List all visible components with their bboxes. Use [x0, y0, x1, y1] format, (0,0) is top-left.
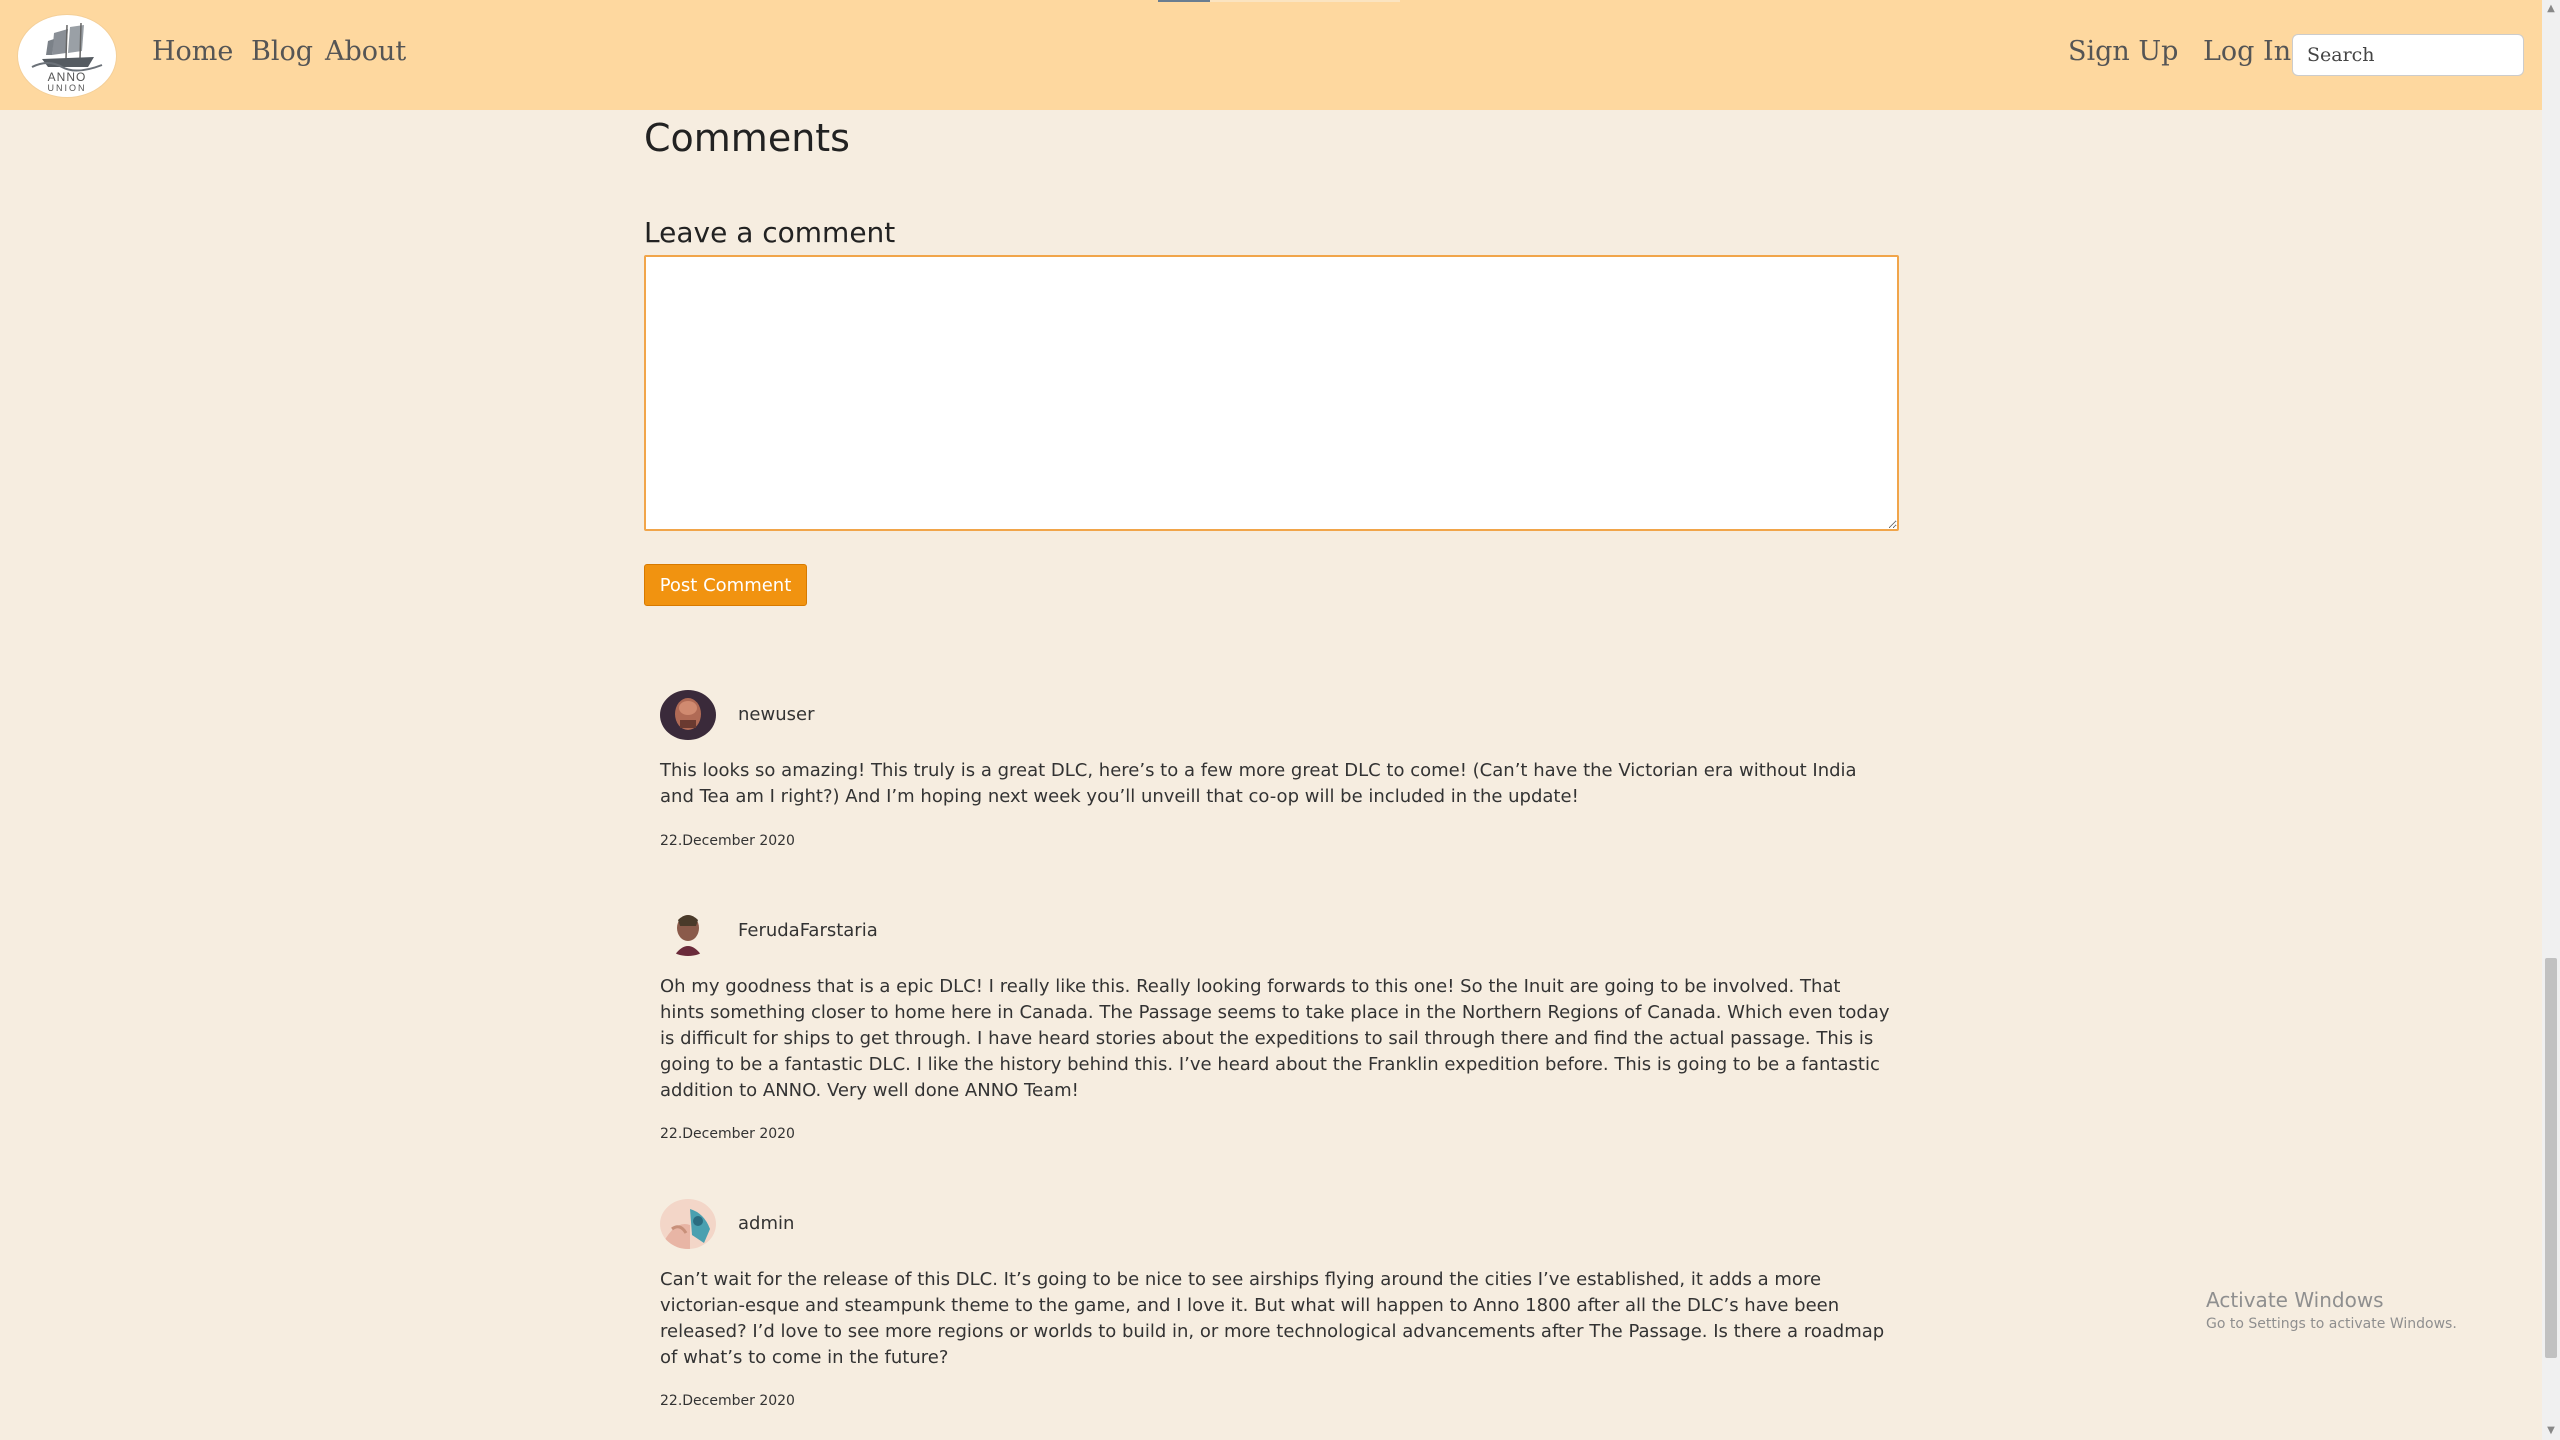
- user-avatar-icon: [660, 906, 716, 956]
- scroll-down-arrow-icon[interactable]: ▼: [2542, 1422, 2560, 1440]
- logo-text-union: UNION: [47, 83, 87, 93]
- scrollbar-thumb[interactable]: [2545, 958, 2557, 1358]
- post-comment-button[interactable]: Post Comment: [644, 564, 807, 606]
- leave-comment-heading: Leave a comment: [644, 216, 896, 249]
- comment-date: 22.December 2020: [660, 1393, 795, 1409]
- user-avatar-icon: [660, 690, 716, 740]
- scroll-up-arrow-icon[interactable]: ▲: [2542, 0, 2560, 18]
- watermark-subtitle: Go to Settings to activate Windows.: [2206, 1316, 2457, 1332]
- activate-windows-watermark: Activate Windows Go to Settings to activ…: [2206, 1288, 2457, 1332]
- comment-username: newuser: [738, 704, 815, 725]
- comment-textarea[interactable]: [644, 255, 1899, 531]
- scroll-indicator-track: [1210, 0, 1400, 2]
- nav-link-blog[interactable]: Blog: [251, 36, 313, 67]
- watermark-title: Activate Windows: [2206, 1288, 2384, 1312]
- nav-link-about[interactable]: About: [325, 36, 406, 67]
- vertical-scrollbar[interactable]: ▲ ▼: [2542, 0, 2560, 1440]
- comments-heading: Comments: [644, 116, 850, 160]
- log-in-link[interactable]: Log In: [2203, 36, 2291, 67]
- avatar: [660, 906, 716, 956]
- search-input[interactable]: [2292, 34, 2524, 76]
- avatar: [660, 1199, 716, 1249]
- user-avatar-icon: [660, 1199, 716, 1249]
- avatar: [660, 690, 716, 740]
- logo-text-anno: ANNO: [47, 70, 87, 84]
- comment-text: Can’t wait for the release of this DLC. …: [660, 1269, 1885, 1368]
- comment-text: This looks so amazing! This truly is a g…: [660, 760, 1857, 807]
- scroll-indicator: [1158, 0, 1210, 2]
- top-navbar: ANNO UNION Home Blog About Sign Up Log I…: [0, 0, 2542, 110]
- comment-date: 22.December 2020: [660, 833, 795, 849]
- sign-up-link[interactable]: Sign Up: [2068, 36, 2178, 67]
- site-logo[interactable]: ANNO UNION: [18, 15, 116, 97]
- comment-date: 22.December 2020: [660, 1126, 795, 1142]
- comment-text: Oh my goodness that is a epic DLC! I rea…: [660, 976, 1890, 1101]
- comment-username: admin: [738, 1213, 795, 1234]
- nav-link-home[interactable]: Home: [152, 36, 233, 67]
- comment-username: FerudaFarstaria: [738, 920, 878, 941]
